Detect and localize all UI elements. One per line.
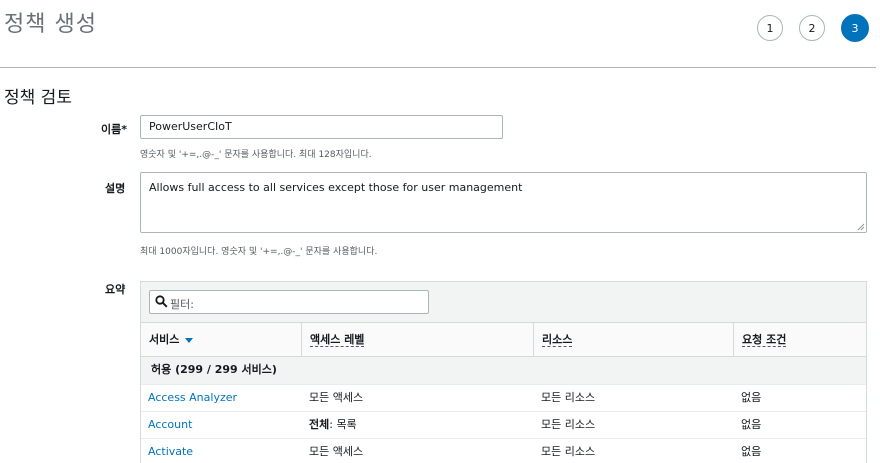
step-3-current[interactable]: 3: [841, 14, 869, 42]
access-level: 모든 액세스: [309, 385, 363, 411]
summary-label: 요약: [105, 283, 126, 296]
table-row: Account 전체: 목록 모든 리소스 없음: [141, 411, 866, 438]
step-1[interactable]: 1: [757, 15, 783, 41]
access-level-value: : 목록: [329, 418, 357, 431]
summary-toolbar: 필터:: [141, 282, 866, 322]
search-icon: [155, 295, 168, 308]
section-title: 정책 검토: [4, 88, 72, 108]
service-link[interactable]: Access Analyzer: [148, 385, 237, 411]
request-condition: 없음: [741, 445, 762, 458]
allow-group-row: 허용 (299 / 299 서비스): [141, 356, 866, 384]
column-access-level-label: 액세스 레벨: [310, 333, 365, 347]
column-access-level[interactable]: 액세스 레벨: [301, 323, 533, 356]
column-request-condition-label: 요청 조건: [742, 333, 787, 347]
resource: 모든 리소스: [541, 418, 596, 431]
policy-summary-table: 필터: 서비스 액세스 레벨 리소스 요청 조건 허용 (299 / 299 서…: [140, 281, 867, 463]
table-header: 서비스 액세스 레벨 리소스 요청 조건: [141, 322, 866, 356]
page-title: 정책 생성: [4, 12, 97, 37]
column-service-label: 서비스: [149, 333, 180, 346]
description-textarea[interactable]: Allows full access to all services excep…: [140, 172, 867, 233]
description-text: Allows full access to all services excep…: [149, 181, 523, 194]
column-resource[interactable]: 리소스: [533, 323, 733, 356]
access-level-value: 모든 액세스: [309, 445, 364, 458]
description-hint: 최대 1000자입니다. 영숫자 및 '+=,.@-_' 문자를 사용합니다.: [140, 247, 378, 257]
name-label: 이름*: [101, 123, 127, 136]
filter-placeholder: 필터:: [170, 298, 194, 311]
access-level-prefix: 전체: [309, 418, 330, 431]
table-row: Activate 모든 액세스 모든 리소스 없음: [141, 438, 866, 463]
request-condition: 없음: [741, 391, 762, 404]
resource: 모든 리소스: [541, 391, 596, 404]
resource: 모든 리소스: [541, 445, 596, 458]
name-hint: 영숫자 및 '+=,.@-_' 문자를 사용합니다. 최대 128자입니다.: [140, 150, 372, 160]
step-2[interactable]: 2: [799, 15, 825, 41]
column-request-condition[interactable]: 요청 조건: [733, 323, 866, 356]
service-link[interactable]: Activate: [148, 439, 193, 463]
access-level: 전체: 목록: [309, 412, 357, 438]
service-link[interactable]: Account: [148, 412, 192, 438]
access-level: 모든 액세스: [309, 439, 363, 463]
policy-name-input[interactable]: PowerUserCIoT: [140, 115, 503, 139]
description-label: 설명: [105, 182, 126, 195]
column-resource-label: 리소스: [542, 333, 573, 347]
resize-handle-icon[interactable]: [857, 223, 865, 231]
sort-down-icon: [185, 337, 194, 343]
header-divider: [0, 67, 876, 68]
column-service[interactable]: 서비스: [141, 323, 301, 356]
access-level-value: 모든 액세스: [309, 391, 364, 404]
table-row: Access Analyzer 모든 액세스 모든 리소스 없음: [141, 384, 866, 411]
request-condition: 없음: [741, 418, 762, 431]
filter-input[interactable]: 필터:: [149, 290, 429, 314]
